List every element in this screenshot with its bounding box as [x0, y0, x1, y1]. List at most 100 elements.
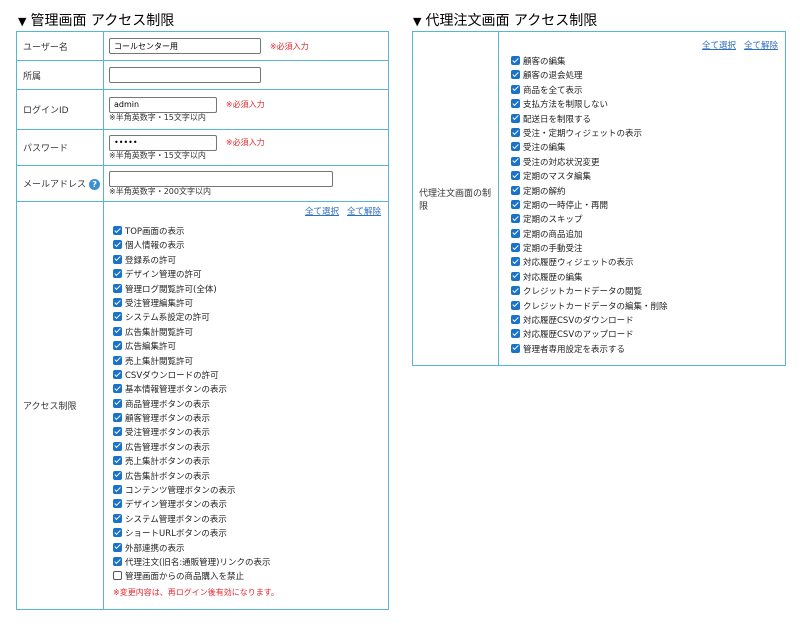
checkbox-unchecked-icon[interactable]	[113, 571, 122, 581]
left-checkbox-item[interactable]: 代理注文(旧名:通販管理)リンクの表示	[113, 556, 387, 570]
checkbox-checked-icon[interactable]	[113, 470, 122, 480]
checkbox-checked-icon[interactable]	[511, 257, 520, 267]
right-checkbox-item[interactable]: 支払方法を制限しない	[511, 98, 784, 112]
checkbox-checked-icon[interactable]	[511, 271, 520, 281]
left-checkbox-item[interactable]: 商品管理ボタンの表示	[113, 398, 387, 412]
checkbox-checked-icon[interactable]	[113, 542, 122, 552]
right-checkbox-item[interactable]: 顧客の編集	[511, 55, 784, 69]
checkbox-checked-icon[interactable]	[511, 171, 520, 181]
checkbox-checked-icon[interactable]	[511, 343, 520, 353]
checkbox-checked-icon[interactable]	[511, 199, 520, 209]
checkbox-checked-icon[interactable]	[113, 413, 122, 423]
left-checkbox-item[interactable]: 登録系の許可	[113, 254, 387, 268]
left-checkbox-item[interactable]: 管理ログ閲覧許可(全体)	[113, 283, 387, 297]
checkbox-checked-icon[interactable]	[113, 240, 122, 250]
checkbox-checked-icon[interactable]	[511, 142, 520, 152]
checkbox-checked-icon[interactable]	[113, 254, 122, 264]
affiliation-input[interactable]	[109, 67, 261, 83]
left-checkbox-item[interactable]: コンテンツ管理ボタンの表示	[113, 484, 387, 498]
left-clear-all-link[interactable]: 全て解除	[347, 207, 381, 217]
right-checkbox-item[interactable]: 対応履歴ウィジェットの表示	[511, 256, 784, 270]
right-checkbox-item[interactable]: 受注の編集	[511, 141, 784, 155]
right-checkbox-item[interactable]: 対応履歴CSVのダウンロード	[511, 314, 784, 328]
checkbox-checked-icon[interactable]	[511, 300, 520, 310]
checkbox-checked-icon[interactable]	[511, 99, 520, 109]
checkbox-checked-icon[interactable]	[113, 427, 122, 437]
checkbox-checked-icon[interactable]	[113, 326, 122, 336]
right-checkbox-item[interactable]: 定期のマスタ編集	[511, 170, 784, 184]
left-checkbox-item[interactable]: ショートURLボタンの表示	[113, 527, 387, 541]
checkbox-checked-icon[interactable]	[113, 297, 122, 307]
left-checkbox-item[interactable]: 広告編集許可	[113, 340, 387, 354]
right-clear-all-link[interactable]: 全て解除	[744, 41, 778, 51]
right-checkbox-item[interactable]: 定期のスキップ	[511, 213, 784, 227]
left-checkbox-item[interactable]: デザイン管理ボタンの表示	[113, 498, 387, 512]
right-checkbox-item[interactable]: 顧客の退会処理	[511, 69, 784, 83]
right-checkbox-item[interactable]: 対応履歴CSVのアップロード	[511, 328, 784, 342]
left-checkbox-item[interactable]: システム系設定の許可	[113, 311, 387, 325]
right-checkbox-item[interactable]: 定期の一時停止・再開	[511, 199, 784, 213]
left-checkbox-item[interactable]: 広告集計閲覧許可	[113, 326, 387, 340]
checkbox-checked-icon[interactable]	[113, 513, 122, 523]
checkbox-checked-icon[interactable]	[113, 384, 122, 394]
checkbox-checked-icon[interactable]	[511, 84, 520, 94]
left-checkbox-item[interactable]: 基本情報管理ボタンの表示	[113, 383, 387, 397]
checkbox-checked-icon[interactable]	[511, 315, 520, 325]
left-checkbox-item[interactable]: TOP画面の表示	[113, 225, 387, 239]
left-checkbox-item[interactable]: 広告集計ボタンの表示	[113, 470, 387, 484]
right-checkbox-item[interactable]: クレジットカードデータの閲覧	[511, 285, 784, 299]
left-checkbox-item[interactable]: 顧客管理ボタンの表示	[113, 412, 387, 426]
checkbox-checked-icon[interactable]	[113, 556, 122, 566]
checkbox-checked-icon[interactable]	[113, 269, 122, 279]
email-input[interactable]	[109, 170, 333, 187]
checkbox-checked-icon[interactable]	[113, 369, 122, 379]
right-checkbox-item[interactable]: 管理者専用設定を表示する	[511, 343, 784, 357]
right-checkbox-item[interactable]: 対応履歴の編集	[511, 271, 784, 285]
checkbox-checked-icon[interactable]	[511, 243, 520, 253]
checkbox-checked-icon[interactable]	[511, 185, 520, 195]
left-checkbox-item[interactable]: 受注管理編集許可	[113, 297, 387, 311]
checkbox-checked-icon[interactable]	[511, 286, 520, 296]
help-icon[interactable]: ?	[89, 179, 101, 190]
checkbox-checked-icon[interactable]	[511, 214, 520, 224]
checkbox-checked-icon[interactable]	[113, 441, 122, 451]
checkbox-checked-icon[interactable]	[113, 485, 122, 495]
checkbox-checked-icon[interactable]	[511, 127, 520, 137]
password-input[interactable]	[109, 134, 217, 151]
left-checkbox-item[interactable]: システム管理ボタンの表示	[113, 513, 387, 527]
left-select-all-link[interactable]: 全て選択	[305, 207, 339, 217]
right-checkbox-item[interactable]: 受注・定期ウィジェットの表示	[511, 127, 784, 141]
left-checkbox-item[interactable]: 管理画面からの商品購入を禁止	[113, 570, 387, 584]
checkbox-checked-icon[interactable]	[113, 226, 122, 235]
checkbox-checked-icon[interactable]	[113, 312, 122, 322]
right-checkbox-item[interactable]: 定期の解約	[511, 185, 784, 199]
checkbox-checked-icon[interactable]	[113, 398, 122, 408]
checkbox-checked-icon[interactable]	[511, 156, 520, 166]
left-checkbox-item[interactable]: 個人情報の表示	[113, 239, 387, 253]
left-checkbox-item[interactable]: CSVダウンロードの許可	[113, 369, 387, 383]
left-checkbox-item[interactable]: デザイン管理の許可	[113, 268, 387, 282]
right-checkbox-item[interactable]: クレジットカードデータの編集・削除	[511, 300, 784, 314]
checkbox-checked-icon[interactable]	[113, 528, 122, 538]
username-input[interactable]	[109, 38, 261, 54]
left-checkbox-item[interactable]: 外部連携の表示	[113, 542, 387, 556]
left-checkbox-item[interactable]: 売上集計ボタンの表示	[113, 455, 387, 469]
right-select-all-link[interactable]: 全て選択	[702, 41, 736, 51]
login-id-input[interactable]	[109, 96, 217, 113]
left-checkbox-item[interactable]: 受注管理ボタンの表示	[113, 426, 387, 440]
checkbox-checked-icon[interactable]	[511, 70, 520, 80]
checkbox-checked-icon[interactable]	[113, 341, 122, 351]
right-checkbox-item[interactable]: 商品を全て表示	[511, 84, 784, 98]
checkbox-checked-icon[interactable]	[113, 283, 122, 293]
checkbox-checked-icon[interactable]	[113, 355, 122, 365]
checkbox-checked-icon[interactable]	[511, 228, 520, 238]
right-checkbox-item[interactable]: 定期の商品追加	[511, 228, 784, 242]
checkbox-checked-icon[interactable]	[113, 499, 122, 509]
right-checkbox-item[interactable]: 配送日を制限する	[511, 113, 784, 127]
checkbox-checked-icon[interactable]	[511, 329, 520, 339]
right-checkbox-item[interactable]: 受注の対応状況変更	[511, 156, 784, 170]
checkbox-checked-icon[interactable]	[511, 56, 520, 65]
left-checkbox-item[interactable]: 売上集計閲覧許可	[113, 355, 387, 369]
checkbox-checked-icon[interactable]	[511, 113, 520, 123]
right-checkbox-item[interactable]: 定期の手動受注	[511, 242, 784, 256]
